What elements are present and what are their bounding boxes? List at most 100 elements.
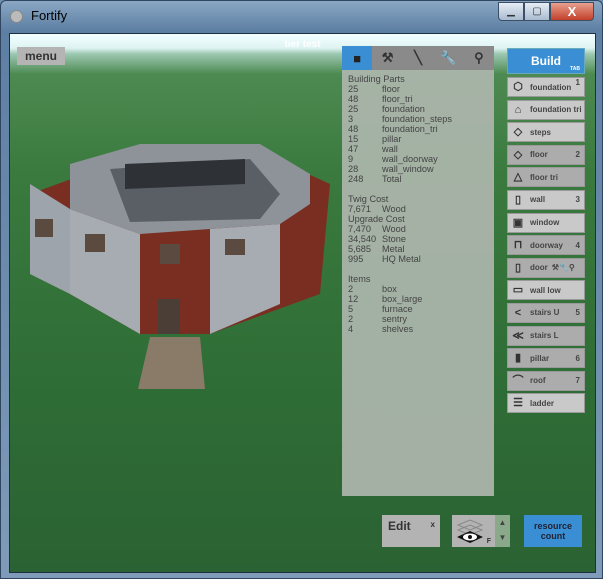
tab-building-block-icon[interactable]: ■ [342, 46, 373, 70]
build-foundation-tri-button[interactable]: ⌂ foundation tri [507, 99, 585, 120]
build-foundation-button[interactable]: ⬡ foundation 1 [507, 77, 585, 97]
build-door-button[interactable]: ▯ door ⚒🔧⚲ [507, 257, 585, 278]
upgrade-cost-row: 5,685 Metal [348, 244, 488, 254]
doorway-icon: ⊓ [513, 239, 523, 252]
count: 4 [348, 324, 354, 334]
build-window-button[interactable]: ▣ window [507, 212, 585, 233]
hotkey: 6 [575, 353, 580, 363]
maximize-button[interactable]: ▢ [524, 2, 550, 21]
doorway [158, 299, 180, 334]
twig-cost-row: 7,671 Wood [348, 204, 488, 214]
build-wall-low-button[interactable]: ▭ wall low [507, 280, 585, 301]
tab-wrench-icon[interactable]: 🔧 [433, 46, 463, 70]
build-item-label: floor tri [530, 172, 558, 182]
menu-button[interactable]: menu [17, 47, 65, 65]
close-button[interactable]: X [550, 2, 594, 21]
count: 15 [348, 134, 359, 144]
pillar-icon: ▮ [514, 352, 522, 365]
tab-hammer-icon[interactable]: ⚒ [372, 46, 402, 70]
hotkey: 7 [575, 376, 580, 386]
name: box_large [382, 294, 423, 304]
count: 25 [348, 104, 359, 114]
build-floor-tri-button[interactable]: △ floor tri [507, 167, 585, 188]
edit-label: Edit [388, 519, 411, 533]
build-item-label: stairs L [530, 331, 559, 341]
count: 7,470 [348, 224, 371, 234]
name: box [382, 284, 397, 294]
build-wall-button[interactable]: ▯ wall 3 [507, 189, 585, 210]
name: pillar [382, 134, 402, 144]
item-row: 12 box_large [348, 294, 488, 304]
count: 2 [348, 314, 354, 324]
building-part-row: 48 floor_tri [348, 94, 488, 104]
edit-button[interactable]: Edit x [382, 515, 440, 547]
upgrade-cost-row: 7,470 Wood [348, 224, 488, 234]
layers-view-button[interactable]: F [452, 515, 495, 547]
build-item-label: window [530, 218, 560, 228]
build-item-label: steps [530, 127, 551, 137]
name: wall_doorway [382, 154, 438, 164]
upgrade-cost-heading: Upgrade Cost [348, 214, 405, 224]
name: foundation [382, 104, 425, 114]
count: 47 [348, 144, 359, 154]
name: sentry [382, 314, 408, 324]
building-part-row: 248 Total [348, 174, 488, 184]
layer-down-button[interactable]: ▼ [495, 530, 510, 545]
resource-count-button[interactable]: resource count [524, 515, 582, 547]
tab-trowel-icon[interactable]: ╲ [403, 46, 433, 70]
building-part-row: 25 floor [348, 84, 488, 94]
count: 28 [348, 164, 359, 174]
hotkey: 3 [575, 195, 580, 205]
app-icon [10, 10, 23, 23]
roof-icon: ⌒ [512, 374, 524, 387]
floor-tri-icon: △ [513, 171, 523, 184]
twig-cost-heading: Twig Cost [348, 194, 389, 204]
minimize-button[interactable]: ▁ [498, 2, 524, 21]
build-item-label: floor [530, 150, 548, 160]
name: foundation_tri [382, 124, 438, 134]
building-part-row: 9 wall_doorway [348, 154, 488, 164]
hotkey: 1 [575, 78, 580, 87]
upgrade-cost-row: 995 HQ Metal [348, 254, 488, 264]
hotkey: 5 [575, 308, 580, 318]
building-part-row: 15 pillar [348, 134, 488, 144]
stairs-u-icon: < [514, 306, 522, 319]
resource-panel: ■ ⚒ ╲ 🔧 ⚲ Building Parts 25 floor 48 floor_tri 25… [342, 46, 494, 496]
count: 34,540 [348, 234, 377, 244]
build-stairs-U-button[interactable]: < stairs U 5 [507, 302, 585, 323]
upgrade-tools-icon: ⚒🔧⚲ [551, 263, 575, 273]
item-row: 2 sentry [348, 314, 488, 324]
build-item-label: door [530, 263, 548, 273]
name: Wood [382, 204, 406, 214]
build-ladder-button[interactable]: ☰ ladder [507, 393, 585, 414]
building-part-row: 48 foundation_tri [348, 124, 488, 134]
stairs-l-icon: ≪ [512, 329, 524, 342]
name: wall [382, 144, 398, 154]
count: 48 [348, 124, 359, 134]
name: Wood [382, 224, 406, 234]
count: 2 [348, 284, 354, 294]
building-part-row: 25 foundation [348, 104, 488, 114]
edit-close-icon[interactable]: x [431, 520, 435, 529]
layer-up-button[interactable]: ▲ [495, 515, 510, 530]
game-viewport[interactable]: tier test menu ■ ⚒ ╲ 🔧 ⚲ Building Parts 25 flo… [9, 33, 596, 573]
door-icon: ▯ [514, 261, 522, 274]
building-part-row: 28 wall_window [348, 164, 488, 174]
count: 248 [348, 174, 364, 184]
build-doorway-button[interactable]: ⊓ doorway 4 [507, 235, 585, 256]
steps-icon: ◇ [513, 126, 523, 139]
hotkey: 2 [575, 150, 580, 160]
upper-room [125, 159, 245, 189]
name: shelves [382, 324, 414, 334]
build-roof-button[interactable]: ⌒ roof 7 [507, 370, 585, 391]
build-floor-button[interactable]: ◇ floor 2 [507, 144, 585, 165]
tab-key-wrench-icon[interactable]: ⚲ [464, 46, 494, 70]
build-item-label: foundation tri [530, 105, 582, 115]
tri-prism-icon: ⌂ [514, 103, 522, 116]
build-pillar-button[interactable]: ▮ pillar 6 [507, 348, 585, 369]
name: wall_window [382, 164, 434, 174]
build-button[interactable]: Build TAB [507, 48, 585, 74]
wall-low-icon: ▭ [512, 284, 524, 297]
build-steps-button[interactable]: ◇ steps [507, 122, 585, 143]
build-stairs-L-button[interactable]: ≪ stairs L [507, 325, 585, 346]
